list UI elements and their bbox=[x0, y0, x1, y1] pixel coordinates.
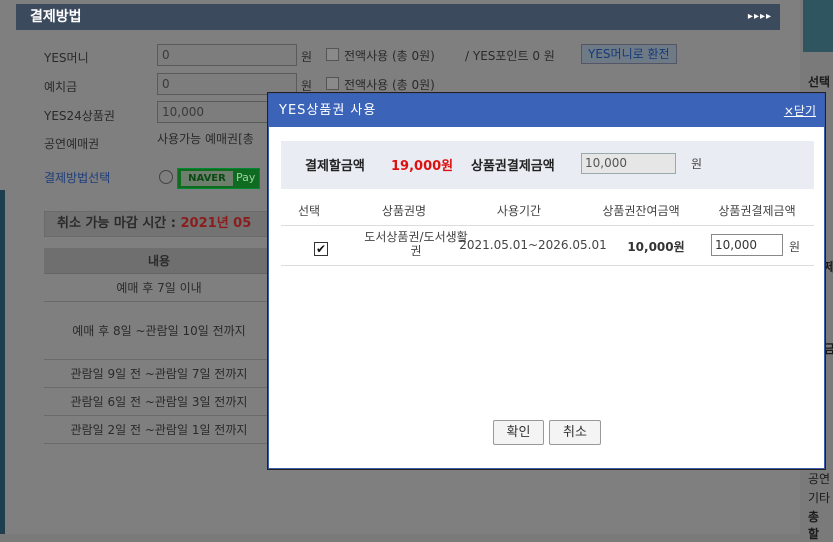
table-row: 관람일 6일 전 ~관람일 3일 전까지 bbox=[44, 388, 274, 416]
header-arrows-icon: ▸▸▸▸ bbox=[747, 11, 772, 22]
cancel-button[interactable]: 취소 bbox=[549, 420, 601, 445]
col-header-period: 사용기간 bbox=[496, 204, 542, 218]
right-text-performance: 공연 bbox=[808, 472, 831, 486]
cancel-deadline-box: 취소 가능 마감 시간 : 2021년 05 bbox=[44, 211, 274, 237]
right-banner-image bbox=[803, 0, 833, 52]
gift-pay-input[interactable]: 10,000 bbox=[581, 153, 676, 174]
yes-point-text: / YES포인트 0 원 bbox=[465, 49, 555, 63]
pay-method-label: 결제방법선택 bbox=[44, 171, 111, 185]
deposit-unit: 원 bbox=[301, 79, 313, 93]
left-edge-image bbox=[0, 190, 5, 534]
close-icon: × bbox=[783, 104, 794, 118]
dialog-title: YES상품권 사용 bbox=[269, 94, 824, 127]
table-row: ✔ 도서상품권/도서생활권 2021.05.01~2026.05.01 10,0… bbox=[281, 225, 814, 266]
yes-money-input[interactable]: 0 bbox=[157, 44, 297, 66]
yes-money-all-checkbox[interactable] bbox=[326, 48, 339, 61]
yes-money-label: YES머니 bbox=[44, 51, 89, 65]
deposit-all-checkbox[interactable] bbox=[326, 77, 339, 90]
col-header-select: 선택 bbox=[297, 204, 321, 218]
yes-money-all-label: 전액사용 (총 0원) bbox=[344, 49, 435, 63]
right-text-total: 총 할 bbox=[808, 510, 820, 541]
dialog-summary: 결제할금액 19,000원 상품권결제금액 10,000 원 bbox=[281, 141, 814, 189]
gift-pay-label: 상품권결제금액 bbox=[471, 159, 555, 174]
table-row: 예매 후 8일 ~관람일 10일 전까지 bbox=[44, 302, 274, 360]
naver-pay-logo[interactable]: NAVER Pay bbox=[177, 168, 260, 189]
gift-card-checkbox[interactable]: ✔ bbox=[314, 242, 328, 256]
pay-label: Pay bbox=[236, 171, 256, 184]
table-row: 관람일 9일 전 ~관람일 7일 전까지 bbox=[44, 360, 274, 388]
gift-card-pay-input[interactable]: 10,000 bbox=[711, 234, 783, 256]
gift-card-input[interactable]: 10,000 bbox=[157, 101, 269, 123]
cancel-fee-table: 내용 예매 후 7일 이내 예매 후 8일 ~관람일 10일 전까지 관람일 9… bbox=[44, 248, 274, 444]
convert-yes-money-button[interactable]: YES머니로 환전 bbox=[581, 44, 677, 64]
deposit-label: 예치금 bbox=[44, 80, 78, 94]
pay-amount-label: 결제할금액 bbox=[305, 159, 365, 174]
gift-card-period: 2021.05.01~2026.05.01 bbox=[459, 238, 607, 252]
voucher-label: 공연예매권 bbox=[44, 137, 100, 151]
naver-pay-radio[interactable] bbox=[159, 170, 173, 184]
right-text-select: 선택 bbox=[808, 75, 831, 89]
gift-card-label: YES24상품권 bbox=[44, 109, 115, 123]
right-text-etc: 기타 bbox=[808, 491, 831, 505]
confirm-button[interactable]: 확인 bbox=[493, 420, 544, 445]
cancel-deadline-title: 취소 가능 마감 시간 : bbox=[57, 216, 176, 231]
table-header: 내용 bbox=[44, 248, 274, 274]
deposit-input[interactable]: 0 bbox=[157, 73, 297, 95]
payment-method-header: 결제방법 ▸▸▸▸ bbox=[16, 4, 780, 30]
col-header-balance: 상품권잔여금액 bbox=[602, 204, 680, 218]
dialog-close-button[interactable]: ×닫기 bbox=[784, 102, 816, 119]
pay-amount-value: 19,000원 bbox=[391, 159, 454, 174]
table-row: 관람일 2일 전 ~관람일 1일 전까지 bbox=[44, 416, 274, 444]
right-text-fragment: 제 bbox=[824, 260, 833, 274]
gift-pay-unit: 원 bbox=[691, 157, 703, 171]
right-text-fragment: 금 bbox=[824, 342, 833, 356]
table-row: 예매 후 7일 이내 bbox=[44, 274, 274, 302]
yes-money-unit: 원 bbox=[301, 50, 313, 64]
gift-card-pay-unit: 원 bbox=[789, 240, 801, 254]
header-title: 결제방법 bbox=[30, 9, 82, 25]
cancel-deadline-date: 2021년 05 bbox=[180, 216, 252, 231]
gift-card-balance: 10,000원 bbox=[627, 240, 685, 254]
voucher-text: 사용가능 예매권[총 bbox=[157, 132, 254, 146]
col-header-name: 상품권명 bbox=[381, 204, 427, 218]
deposit-all-label: 전액사용 (총 0원) bbox=[344, 78, 435, 92]
col-header-pay: 상품권결제금액 bbox=[718, 204, 796, 218]
gift-card-dialog: YES상품권 사용 ×닫기 결제할금액 19,000원 상품권결제금액 10,0… bbox=[268, 93, 825, 469]
naver-label: NAVER bbox=[181, 171, 233, 186]
